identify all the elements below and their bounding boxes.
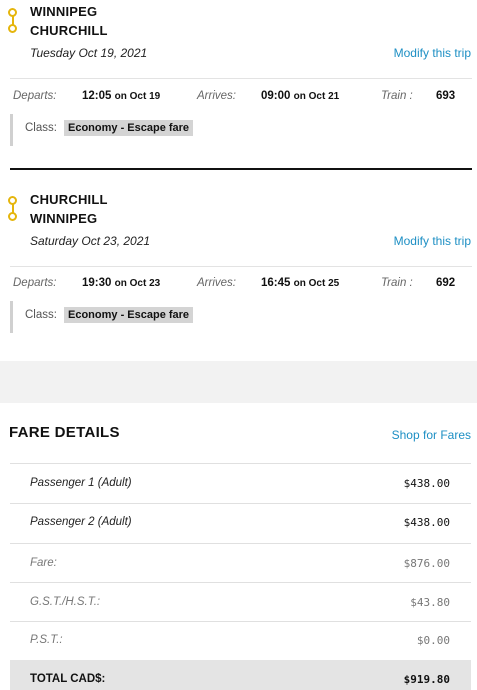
- trip-date: Saturday Oct 23, 2021: [30, 234, 151, 248]
- departs-date: on Oct 23: [114, 278, 161, 289]
- fare-row-passenger-1: Passenger 1 (Adult) $438.00: [10, 463, 471, 503]
- arrives-label: Arrives:: [197, 90, 236, 102]
- total-value: $919.80: [403, 673, 450, 686]
- train-label: Train :: [381, 277, 413, 289]
- fare-row-pst: P.S.T.: $0.00: [10, 621, 471, 660]
- modify-trip-link[interactable]: Modify this trip: [394, 234, 471, 248]
- departs-label: Departs:: [13, 277, 57, 289]
- fare-class: Class: Economy - Escape fare: [10, 301, 210, 333]
- arrives-value: 16:45 on Oct 25: [261, 277, 339, 289]
- destination-city: CHURCHILL: [30, 23, 108, 38]
- fare-row-fare: Fare: $876.00: [10, 543, 471, 582]
- fare-row-value: $0.00: [416, 634, 450, 647]
- fare-row-gst-hst: G.S.T./H.S.T.: $43.80: [10, 582, 471, 621]
- arrives-time: 16:45: [261, 277, 291, 289]
- arrives-date: on Oct 25: [293, 278, 340, 289]
- section-gap: [0, 361, 477, 403]
- departs-value: 12:05 on Oct 19: [82, 90, 160, 102]
- fare-details-title: FARE DETAILS: [9, 424, 120, 441]
- class-label: Class:: [25, 122, 57, 134]
- fare-row-value: $43.80: [410, 596, 450, 609]
- fare-row-label: P.S.T.:: [30, 634, 63, 646]
- origin-city: WINNIPEG: [30, 4, 98, 19]
- fare-row-label: Passenger 1 (Adult): [30, 477, 132, 489]
- fare-class: Class: Economy - Escape fare: [10, 114, 210, 146]
- fare-row-total: TOTAL CAD$: $919.80: [10, 660, 471, 690]
- train-label: Train :: [381, 90, 413, 102]
- destination-city: WINNIPEG: [30, 211, 98, 226]
- arrives-value: 09:00 on Oct 21: [261, 90, 339, 102]
- fare-row-label: Passenger 2 (Adult): [30, 516, 132, 528]
- departs-date: on Oct 19: [114, 91, 161, 102]
- fare-row-label: Fare:: [30, 557, 57, 569]
- departs-time: 19:30: [82, 277, 112, 289]
- fare-row-value: $876.00: [403, 557, 450, 570]
- fare-row-label: G.S.T./H.S.T.:: [30, 596, 101, 608]
- departs-label: Departs:: [13, 90, 57, 102]
- fare-row-value: $438.00: [403, 477, 450, 490]
- fare-row-value: $438.00: [403, 516, 450, 529]
- class-value: Economy - Escape fare: [64, 120, 194, 136]
- trip-date: Tuesday Oct 19, 2021: [30, 46, 148, 60]
- modify-trip-link[interactable]: Modify this trip: [394, 46, 471, 60]
- train-number: 693: [436, 90, 456, 102]
- fare-row-passenger-2: Passenger 2 (Adult) $438.00: [10, 503, 471, 543]
- train-number: 692: [436, 277, 456, 289]
- divider: [10, 266, 472, 267]
- shop-for-fares-link[interactable]: Shop for Fares: [392, 428, 471, 442]
- total-label: TOTAL CAD$:: [30, 673, 106, 685]
- route-icon: [8, 196, 18, 221]
- arrives-time: 09:00: [261, 90, 291, 102]
- class-label: Class:: [25, 309, 57, 321]
- origin-city: CHURCHILL: [30, 192, 108, 207]
- departs-time: 12:05: [82, 90, 112, 102]
- route-icon: [8, 8, 18, 33]
- class-value: Economy - Escape fare: [64, 307, 194, 323]
- arrives-label: Arrives:: [197, 277, 236, 289]
- departs-value: 19:30 on Oct 23: [82, 277, 160, 289]
- trip-separator: [10, 168, 472, 170]
- divider: [10, 78, 472, 79]
- arrives-date: on Oct 21: [293, 91, 340, 102]
